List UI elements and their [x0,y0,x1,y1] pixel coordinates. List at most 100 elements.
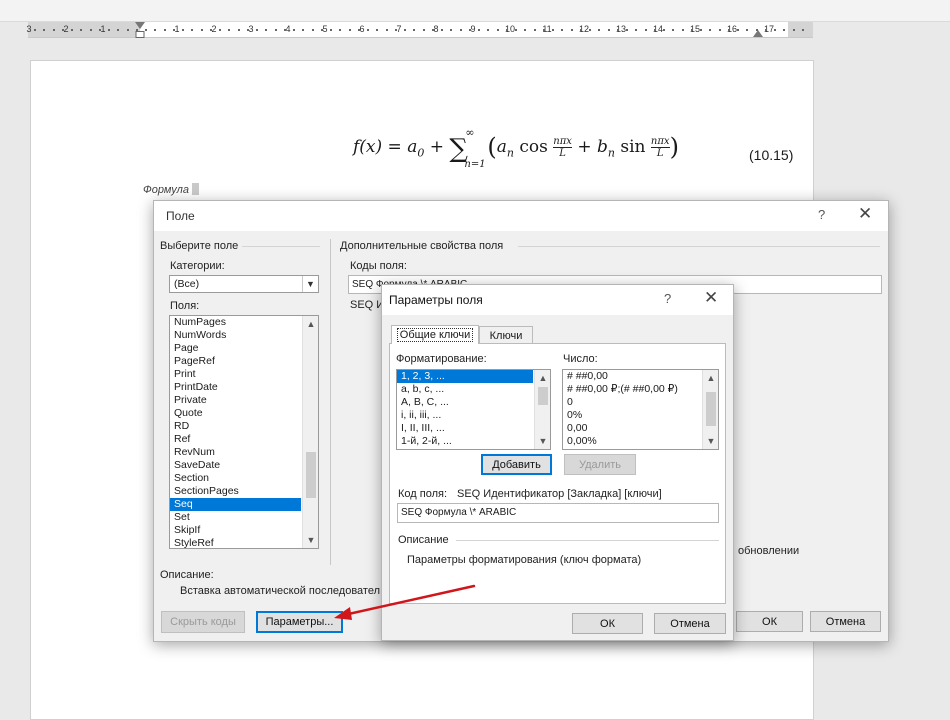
list-item[interactable]: a, b, c, ... [397,383,533,396]
scroll-down-icon[interactable]: ▼ [303,532,318,548]
ruler-tick [801,29,804,31]
list-item[interactable]: PageRef [170,355,301,368]
close-icon[interactable]: ✕ [858,204,872,224]
right-indent-marker[interactable] [753,30,763,37]
fields-listbox[interactable]: NumPages NumWords Page PageRef Print PrintDat… [169,315,319,549]
general-switches-panel: Форматирование: 1, 2, 3, ... a, b, c, ...… [389,343,726,604]
first-line-indent-marker[interactable] [135,22,145,29]
list-item[interactable]: A, B, C, ... [397,396,533,409]
field-codes-hint: SEQ И [350,299,385,311]
ruler-tick [283,29,286,31]
list-item[interactable]: NumPages [170,316,301,329]
list-item[interactable]: NumWords [170,329,301,342]
formatting-scrollbar[interactable]: ▲ ▼ [534,370,550,449]
ruler-tick [385,29,388,31]
help-icon[interactable]: ? [818,207,825,222]
list-item[interactable]: Seq [170,498,301,511]
list-item[interactable]: 1, 2, 3, ... [397,370,533,383]
description-label: Описание: [160,569,214,581]
options-cancel-button[interactable]: Отмена [654,613,726,634]
list-item[interactable]: 0,00% [563,435,701,448]
list-item[interactable]: # ##0,00 [563,370,701,383]
tab-switches[interactable]: Ключи [479,326,533,344]
list-item[interactable]: # ##0,00 ₽;(# ##0,00 ₽) [563,383,701,396]
ruler-tick [256,29,258,31]
help-icon[interactable]: ? [664,291,671,306]
list-item[interactable]: 0% [563,409,701,422]
ruler-tick [320,29,323,31]
cancel-button[interactable]: Отмена [810,611,881,632]
field-code-input[interactable]: SEQ Формула \* ARABIC [397,503,719,523]
scroll-up-icon[interactable]: ▲ [703,370,718,386]
scroll-thumb[interactable] [706,392,716,426]
number-scrollbar[interactable]: ▲ ▼ [702,370,718,449]
list-item[interactable]: RevNum [170,446,301,459]
fields-scrollbar[interactable]: ▲ ▼ [302,316,318,548]
ruler-tick [293,29,295,31]
number-label: Число: [563,353,598,365]
list-item[interactable]: PrintDate [170,381,301,394]
list-item[interactable]: SaveDate [170,459,301,472]
scroll-up-icon[interactable]: ▲ [535,370,550,386]
list-item[interactable]: i, ii, iii, ... [397,409,533,422]
remove-button[interactable]: Удалить [564,454,636,475]
formatting-listbox[interactable]: 1, 2, 3, ... a, b, c, ... A, B, C, ... i, i… [396,369,551,450]
hide-codes-button[interactable]: Скрыть коды [161,611,245,633]
ruler-tick [145,29,147,31]
choose-field-label: Выберите поле [160,240,239,252]
list-item[interactable]: Set [170,511,301,524]
list-item[interactable]: Section [170,472,301,485]
list-item[interactable]: SkipIf [170,524,301,537]
list-item[interactable]: 0,00 [563,422,701,435]
list-item[interactable]: Ref [170,433,301,446]
list-item[interactable]: Private [170,394,301,407]
ruler-tick [98,29,101,31]
ruler-tick [394,29,397,31]
scroll-up-icon[interactable]: ▲ [303,316,318,332]
ruler-tick [570,29,573,31]
list-item[interactable]: Page [170,342,301,355]
scroll-thumb[interactable] [538,387,548,405]
list-item[interactable]: StyleRef [170,537,301,548]
options-dialog-titlebar[interactable]: Параметры поля ? ✕ [382,285,733,315]
options-ok-button[interactable]: ОК [572,613,643,634]
ruler-number: 6 [359,24,365,34]
list-item[interactable]: Print [170,368,301,381]
ruler-number: 8 [433,24,439,34]
field-dialog-title: Поле [166,209,195,223]
ruler-tick [422,29,425,31]
caption-text: Формула [143,184,189,196]
equation[interactable]: f(x) = a0 + ∑ ∞ n=1 (an cos nπx L + bn si… [353,126,793,170]
categories-combo[interactable]: (Все) ▼ [169,275,319,293]
ruler-number: 2 [63,24,69,34]
ok-button[interactable]: ОК [736,611,803,632]
list-item[interactable]: 0 [563,396,701,409]
list-item[interactable]: RD [170,420,301,433]
scroll-thumb[interactable] [306,452,316,498]
number-listbox[interactable]: # ##0,00 # ##0,00 ₽;(# ##0,00 ₽) 0 0% 0,00 0,… [562,369,719,450]
separator [518,246,880,247]
ruler-tick [126,29,129,31]
close-icon[interactable]: ✕ [704,288,718,308]
scroll-down-icon[interactable]: ▼ [703,433,718,449]
ruler-tick [663,29,665,31]
ruler-tick [505,29,508,31]
list-item[interactable]: Quote [170,407,301,420]
list-item[interactable]: 1-й, 2-й, ... [397,435,533,448]
ruler-tick [635,29,638,31]
tab-general-switches[interactable]: Общие ключи [391,325,479,344]
ruler-tick [478,29,480,31]
ruler-tick [441,29,443,31]
list-item[interactable]: SectionPages [170,485,301,498]
chevron-down-icon[interactable]: ▼ [302,276,318,292]
caption[interactable]: Формула [143,183,199,196]
left-indent-marker[interactable] [135,31,145,38]
ruler-tick [616,29,619,31]
preserve-formatting-label[interactable]: обновлении [738,545,799,557]
list-item[interactable]: I, II, III, ... [397,422,533,435]
add-button[interactable]: Добавить [481,454,552,475]
horizontal-ruler[interactable]: 3 2 1 1 2 3 4 5 6 7 8 9 10 11 12 13 14 15 16 17 [26,22,813,38]
scroll-down-icon[interactable]: ▼ [535,433,550,449]
options-button[interactable]: Параметры... [256,611,343,633]
field-dialog-titlebar[interactable]: Поле ? ✕ [154,201,888,231]
